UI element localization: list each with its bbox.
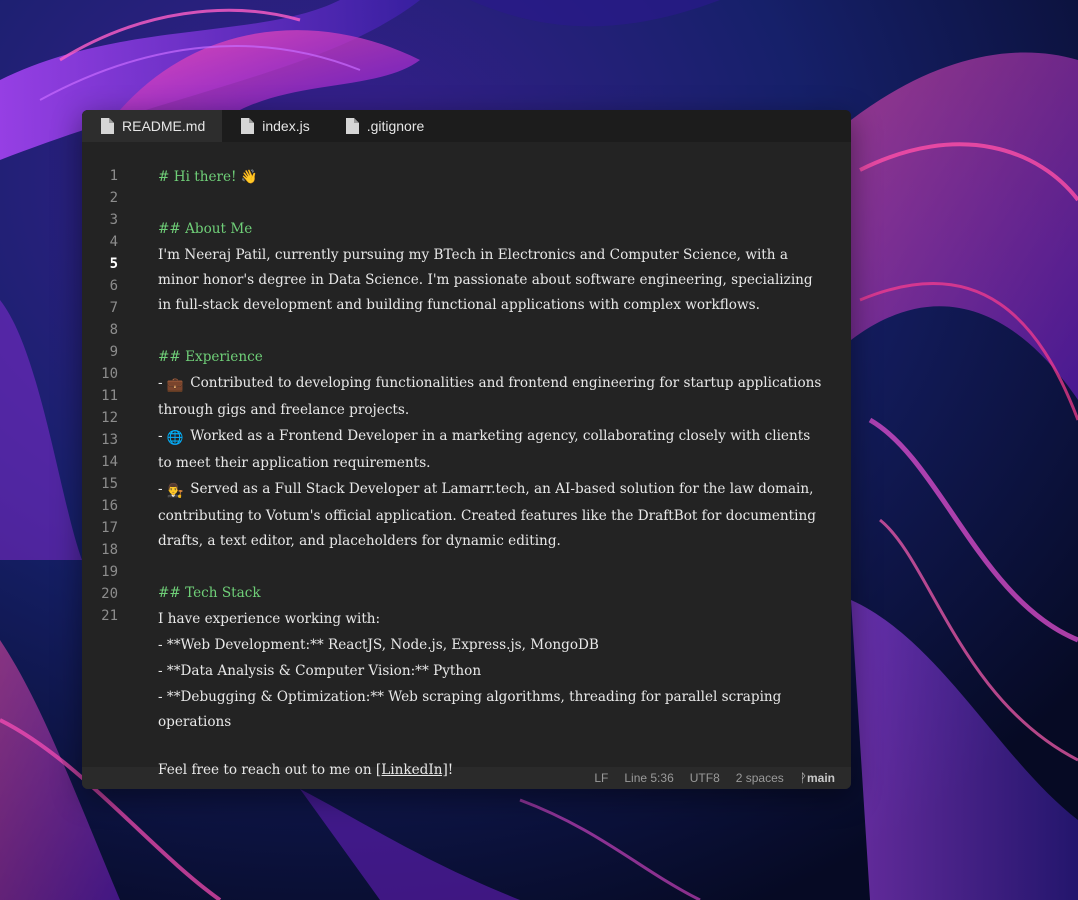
line-number: 2 (109, 190, 118, 206)
tab-gitignore[interactable]: .gitignore (327, 110, 442, 142)
branch-icon: ᚹ (799, 771, 807, 785)
closing-line: Feel free to reach out to me on [LinkedI… (158, 760, 453, 780)
line-number: 14 (101, 454, 118, 470)
git-branch[interactable]: ᚹmain (800, 771, 835, 785)
experience-item-1: - 💼 Contributed to developing functional… (158, 371, 824, 423)
line-number: 18 (101, 542, 118, 558)
line-number-current: 5 (109, 256, 118, 272)
heading-experience: ## Experience (158, 349, 263, 365)
markdown-content[interactable]: # Hi there! 👋 ## About Me I'm Neeraj Pat… (158, 165, 824, 735)
branch-name: main (806, 771, 835, 785)
line-number: 17 (101, 520, 118, 536)
line-number-gutter: 1 2 3 4 5 6 7 8 9 10 11 12 13 14 15 16 1… (82, 165, 132, 627)
line-number: 3 (109, 212, 118, 228)
line-number: 10 (101, 366, 118, 382)
experience-text: Worked as a Frontend Developer in a mark… (158, 428, 811, 471)
line-number: 6 (109, 278, 118, 294)
line-number: 8 (109, 322, 118, 338)
experience-item-3: - 👨‍⚖️ Served as a Full Stack Developer … (158, 477, 824, 554)
linkedin-link[interactable]: [LinkedIn] (376, 762, 448, 778)
line-number: 15 (101, 476, 118, 492)
experience-text: Contributed to developing functionalitie… (158, 375, 822, 418)
bullet-prefix: - (158, 481, 167, 497)
line-number: 12 (101, 410, 118, 426)
file-icon (345, 118, 359, 134)
tab-readme[interactable]: README.md (82, 110, 223, 142)
line-number: 21 (101, 608, 118, 624)
encoding-indicator[interactable]: UTF8 (690, 771, 720, 785)
heading-hi-there: # Hi there! 👋 (158, 169, 258, 185)
about-paragraph: I'm Neeraj Patil, currently pursuing my … (158, 247, 813, 313)
bullet-prefix: - (158, 428, 167, 444)
line-ending-indicator[interactable]: LF (594, 771, 608, 785)
heading-about-me: ## About Me (158, 221, 253, 237)
briefcase-icon: 💼 (166, 377, 184, 393)
judge-icon: 👨‍⚖️ (166, 483, 184, 499)
experience-text: Served as a Full Stack Developer at Lama… (158, 481, 816, 549)
tab-index-js[interactable]: index.js (222, 110, 326, 142)
bullet-prefix: - (158, 375, 167, 391)
tech-item-2: - **Data Analysis & Computer Vision:** P… (158, 663, 482, 679)
line-number: 7 (109, 300, 118, 316)
cursor-position[interactable]: Line 5:36 (624, 771, 673, 785)
editor-window: README.md index.js .gitignore 1 2 3 4 5 … (82, 110, 851, 789)
line-number: 19 (101, 564, 118, 580)
tech-item-3: - **Debugging & Optimization:** Web scra… (158, 689, 782, 730)
line-number: 20 (101, 586, 118, 602)
indentation-indicator[interactable]: 2 spaces (736, 771, 784, 785)
tab-label: README.md (122, 118, 206, 134)
line-number: 4 (109, 234, 118, 250)
line-number: 11 (101, 388, 118, 404)
closing-text: Feel free to reach out to me on (158, 762, 376, 778)
tech-intro: I have experience working with: (158, 611, 381, 627)
file-icon (101, 118, 114, 134)
heading-tech-stack: ## Tech Stack (158, 585, 261, 601)
line-number: 9 (109, 344, 118, 360)
line-number: 13 (101, 432, 118, 448)
tech-item-1: - **Web Development:** ReactJS, Node.js,… (158, 637, 599, 653)
tab-label: .gitignore (366, 118, 425, 134)
tab-bar: README.md index.js .gitignore (82, 110, 851, 142)
tab-label: index.js (262, 118, 310, 134)
editor-pane[interactable]: 1 2 3 4 5 6 7 8 9 10 11 12 13 14 15 16 1… (82, 142, 851, 767)
line-number: 16 (101, 498, 118, 514)
line-number: 1 (109, 168, 118, 184)
closing-suffix: ! (447, 762, 454, 778)
file-icon (241, 118, 255, 134)
experience-item-2: - 🌐 Worked as a Frontend Developer in a … (158, 424, 824, 476)
globe-icon: 🌐 (166, 430, 184, 446)
